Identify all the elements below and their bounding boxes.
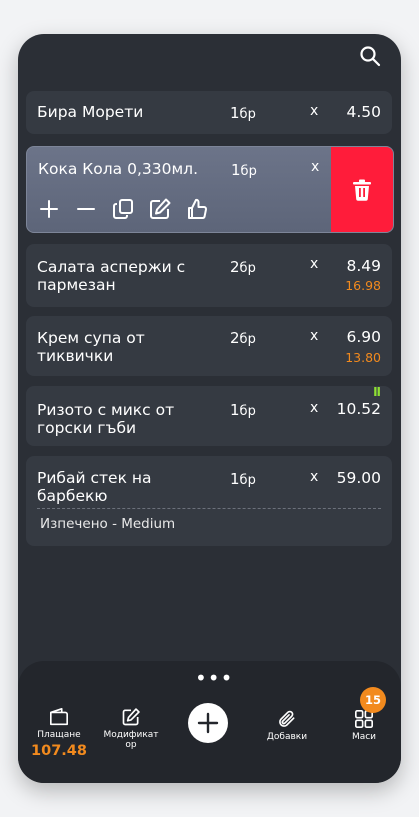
item-price: 59.00 <box>336 469 381 487</box>
item-quantity-value: 1 <box>231 161 241 179</box>
edit-icon <box>122 708 140 726</box>
tables-button[interactable]: Маси <box>336 709 392 742</box>
edit-icon <box>150 198 171 219</box>
item-name: Рибай стек на барбекю <box>37 469 152 505</box>
item-price: 4.50 <box>346 103 381 121</box>
item-quantity-value: 2 <box>230 258 240 276</box>
phone-screen: Бира Морети 1бр x 4.50 Кока Кола 0,330мл… <box>18 34 401 783</box>
order-item[interactable]: Бира Морети 1бр x 4.50 <box>26 91 392 134</box>
multiply-sign: x <box>310 469 319 485</box>
item-quantity[interactable]: 1бр <box>230 401 256 419</box>
increase-button[interactable] <box>37 197 61 221</box>
item-subtotal: 13.80 <box>345 350 381 365</box>
bottom-bar: ••• Плащане 107.48 Модификатор Добавки М… <box>18 661 401 783</box>
multiply-sign: x <box>310 256 319 272</box>
copy-button[interactable] <box>111 197 135 221</box>
item-subtotal: 16.98 <box>345 278 381 293</box>
divider <box>37 508 381 509</box>
item-price: 8.49 <box>346 257 381 275</box>
item-quantity[interactable]: 2бр <box>230 258 256 276</box>
item-name: Кока Кола 0,330мл. <box>38 160 198 178</box>
order-item[interactable]: Рибай стек на барбекю 1бр x 59.00 Изпече… <box>26 456 392 546</box>
item-unit: бр <box>239 404 256 419</box>
paperclip-icon <box>279 710 295 727</box>
item-quantity[interactable]: 2бр <box>230 329 256 347</box>
item-quantity-value: 1 <box>230 104 240 122</box>
copy-icon <box>113 199 133 219</box>
addons-button[interactable]: Добавки <box>258 709 316 742</box>
payment-total: 107.48 <box>31 743 87 759</box>
trash-icon <box>353 179 371 201</box>
edit-button[interactable] <box>148 197 172 221</box>
tables-label: Маси <box>351 732 377 742</box>
item-quantity-value: 1 <box>230 470 240 488</box>
item-modifier: Изпечено - Medium <box>40 516 176 532</box>
payment-button[interactable]: Плащане 107.48 <box>30 707 88 759</box>
item-unit: бр <box>239 261 256 276</box>
thumbs-up-icon <box>188 198 207 219</box>
payment-label: Плащане <box>37 730 81 740</box>
item-name: Салата аспержи с пармезан <box>37 258 186 294</box>
pause-icon: II <box>373 385 381 399</box>
item-price: 10.52 <box>336 400 381 418</box>
minus-icon <box>77 208 95 210</box>
wallet-icon <box>50 708 68 726</box>
multiply-sign: x <box>310 328 319 344</box>
addons-label: Добавки <box>266 732 308 742</box>
tables-badge: 15 <box>360 687 386 713</box>
plus-icon <box>197 712 219 734</box>
plus-icon <box>40 200 58 218</box>
item-unit: бр <box>239 473 256 488</box>
search-button[interactable] <box>358 44 382 68</box>
item-price: 6.90 <box>346 328 381 346</box>
order-item[interactable]: Салата аспержи с пармезан 2бр x 8.49 16.… <box>26 244 392 307</box>
item-quantity[interactable]: 1бр <box>230 470 256 488</box>
item-name: Бира Морети <box>37 103 144 121</box>
order-item[interactable]: Крем супа от тиквички 2бр x 6.90 13.80 <box>26 316 392 376</box>
more-button[interactable]: ••• <box>195 668 233 688</box>
item-quantity[interactable]: 1бр <box>231 161 257 179</box>
item-actions <box>37 197 209 221</box>
confirm-button[interactable] <box>185 197 209 221</box>
modifier-button[interactable]: Модификатор <box>102 707 160 750</box>
item-unit: бр <box>239 107 256 122</box>
order-item[interactable]: II Ризото с микс от горски гъби 1бр x 10… <box>26 385 392 446</box>
decrease-button[interactable] <box>74 197 98 221</box>
item-unit: бр <box>239 332 256 347</box>
item-quantity[interactable]: 1бр <box>230 104 256 122</box>
item-quantity-value: 1 <box>230 401 240 419</box>
search-icon <box>360 46 381 67</box>
multiply-sign: x <box>310 103 319 119</box>
multiply-sign: x <box>310 400 319 416</box>
modifier-label: Модификатор <box>103 730 159 750</box>
item-quantity-value: 2 <box>230 329 240 347</box>
item-name: Крем супа от тиквички <box>37 329 145 365</box>
delete-button[interactable] <box>331 147 393 232</box>
add-item-button[interactable] <box>188 703 228 743</box>
item-name: Ризото с микс от горски гъби <box>37 401 175 437</box>
order-item-selected[interactable]: Кока Кола 0,330мл. 1бр x <box>26 146 394 233</box>
item-unit: бр <box>240 164 257 179</box>
multiply-sign: x <box>311 159 320 175</box>
